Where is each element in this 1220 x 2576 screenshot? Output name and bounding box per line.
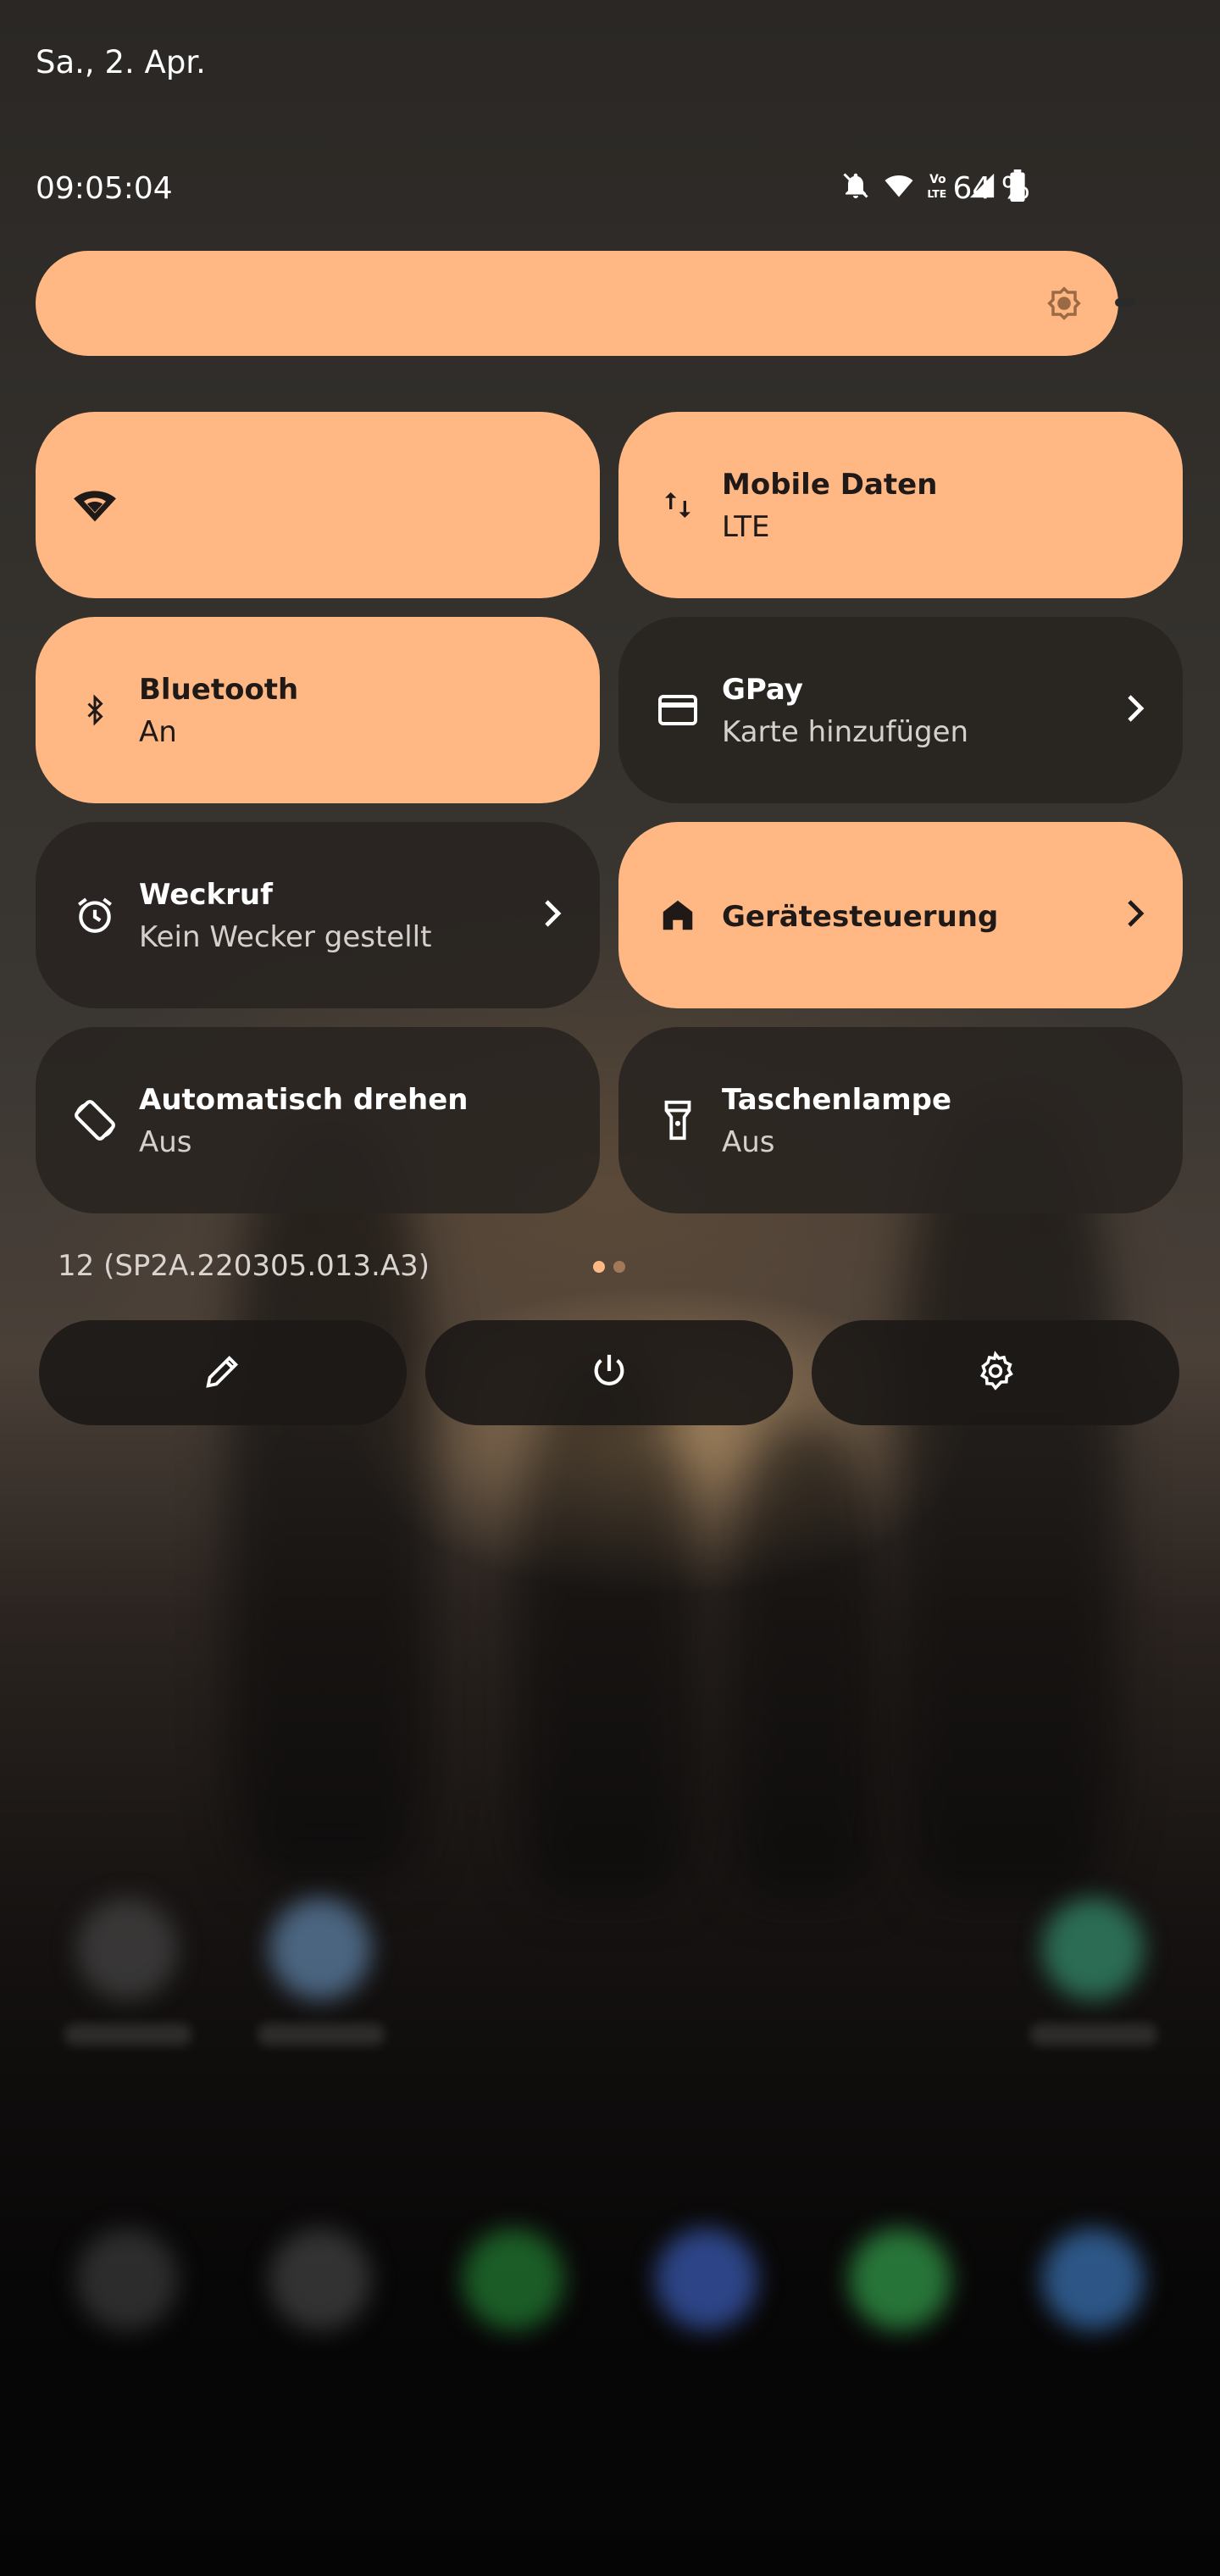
power-button[interactable]: [425, 1320, 793, 1425]
chevron-right-icon: [1122, 897, 1147, 934]
notifications-off-icon: [840, 170, 871, 201]
home-icon: [656, 893, 700, 937]
tile-device-controls[interactable]: Gerätesteuerung: [618, 822, 1183, 1008]
bluetooth-icon: [73, 688, 117, 732]
tile-subtitle: Aus: [139, 1125, 192, 1159]
rotate-icon: [73, 1098, 117, 1142]
tile-subtitle: Karte hinzufügen: [722, 715, 969, 749]
card-icon: [656, 688, 700, 732]
power-icon: [590, 1352, 629, 1394]
status-date: Sa., 2. Apr.: [36, 44, 206, 80]
tile-auto-rotate[interactable]: Automatisch drehen Aus: [36, 1027, 600, 1213]
alarm-icon: [73, 893, 117, 937]
tile-title: Mobile Daten: [722, 468, 938, 502]
tile-wifi[interactable]: [36, 412, 600, 598]
chevron-right-icon: [1122, 691, 1147, 729]
status-time: 09:05:04: [36, 171, 173, 206]
svg-text:LTE: LTE: [927, 187, 946, 200]
edit-icon: [203, 1352, 242, 1394]
wallpaper-background: [0, 0, 1220, 2576]
wifi-icon: [73, 483, 117, 527]
settings-button[interactable]: [812, 1320, 1179, 1425]
svg-text:Vo: Vo: [929, 173, 946, 186]
page-dot-active: [593, 1261, 605, 1273]
tile-subtitle: Aus: [722, 1125, 775, 1159]
tile-bluetooth[interactable]: Bluetooth An: [36, 617, 600, 803]
tile-subtitle: An: [139, 715, 177, 749]
mobile-data-icon: [656, 483, 700, 527]
tile-title: Taschenlampe: [722, 1083, 952, 1117]
settings-icon: [975, 1350, 1016, 1395]
brightness-slider[interactable]: [36, 251, 1118, 356]
tile-title: Automatisch drehen: [139, 1083, 469, 1117]
build-number[interactable]: 12 (SP2A.220305.013.A3): [58, 1249, 430, 1283]
tile-title: GPay: [722, 673, 803, 707]
tile-alarm[interactable]: Weckruf Kein Wecker gestellt: [36, 822, 600, 1008]
flashlight-icon: [656, 1098, 700, 1142]
edit-button[interactable]: [39, 1320, 407, 1425]
tile-subtitle: Kein Wecker gestellt: [139, 920, 432, 954]
chevron-right-icon: [539, 897, 564, 934]
volte-icon: Vo LTE: [927, 170, 956, 201]
battery-percent: 64 %: [952, 171, 1030, 206]
tile-title: Gerätesteuerung: [722, 900, 999, 934]
page-dot: [613, 1261, 625, 1273]
tile-title: Bluetooth: [139, 673, 299, 707]
brightness-track-end: [1115, 298, 1135, 307]
page-indicator: [593, 1261, 625, 1273]
tile-gpay[interactable]: GPay Karte hinzufügen: [618, 617, 1183, 803]
tile-flashlight[interactable]: Taschenlampe Aus: [618, 1027, 1183, 1213]
wifi-icon: [883, 170, 915, 201]
brightness-icon: [1042, 281, 1086, 329]
tile-subtitle: LTE: [722, 510, 770, 544]
tile-title: Weckruf: [139, 878, 273, 912]
tile-mobile-data[interactable]: Mobile Daten LTE: [618, 412, 1183, 598]
